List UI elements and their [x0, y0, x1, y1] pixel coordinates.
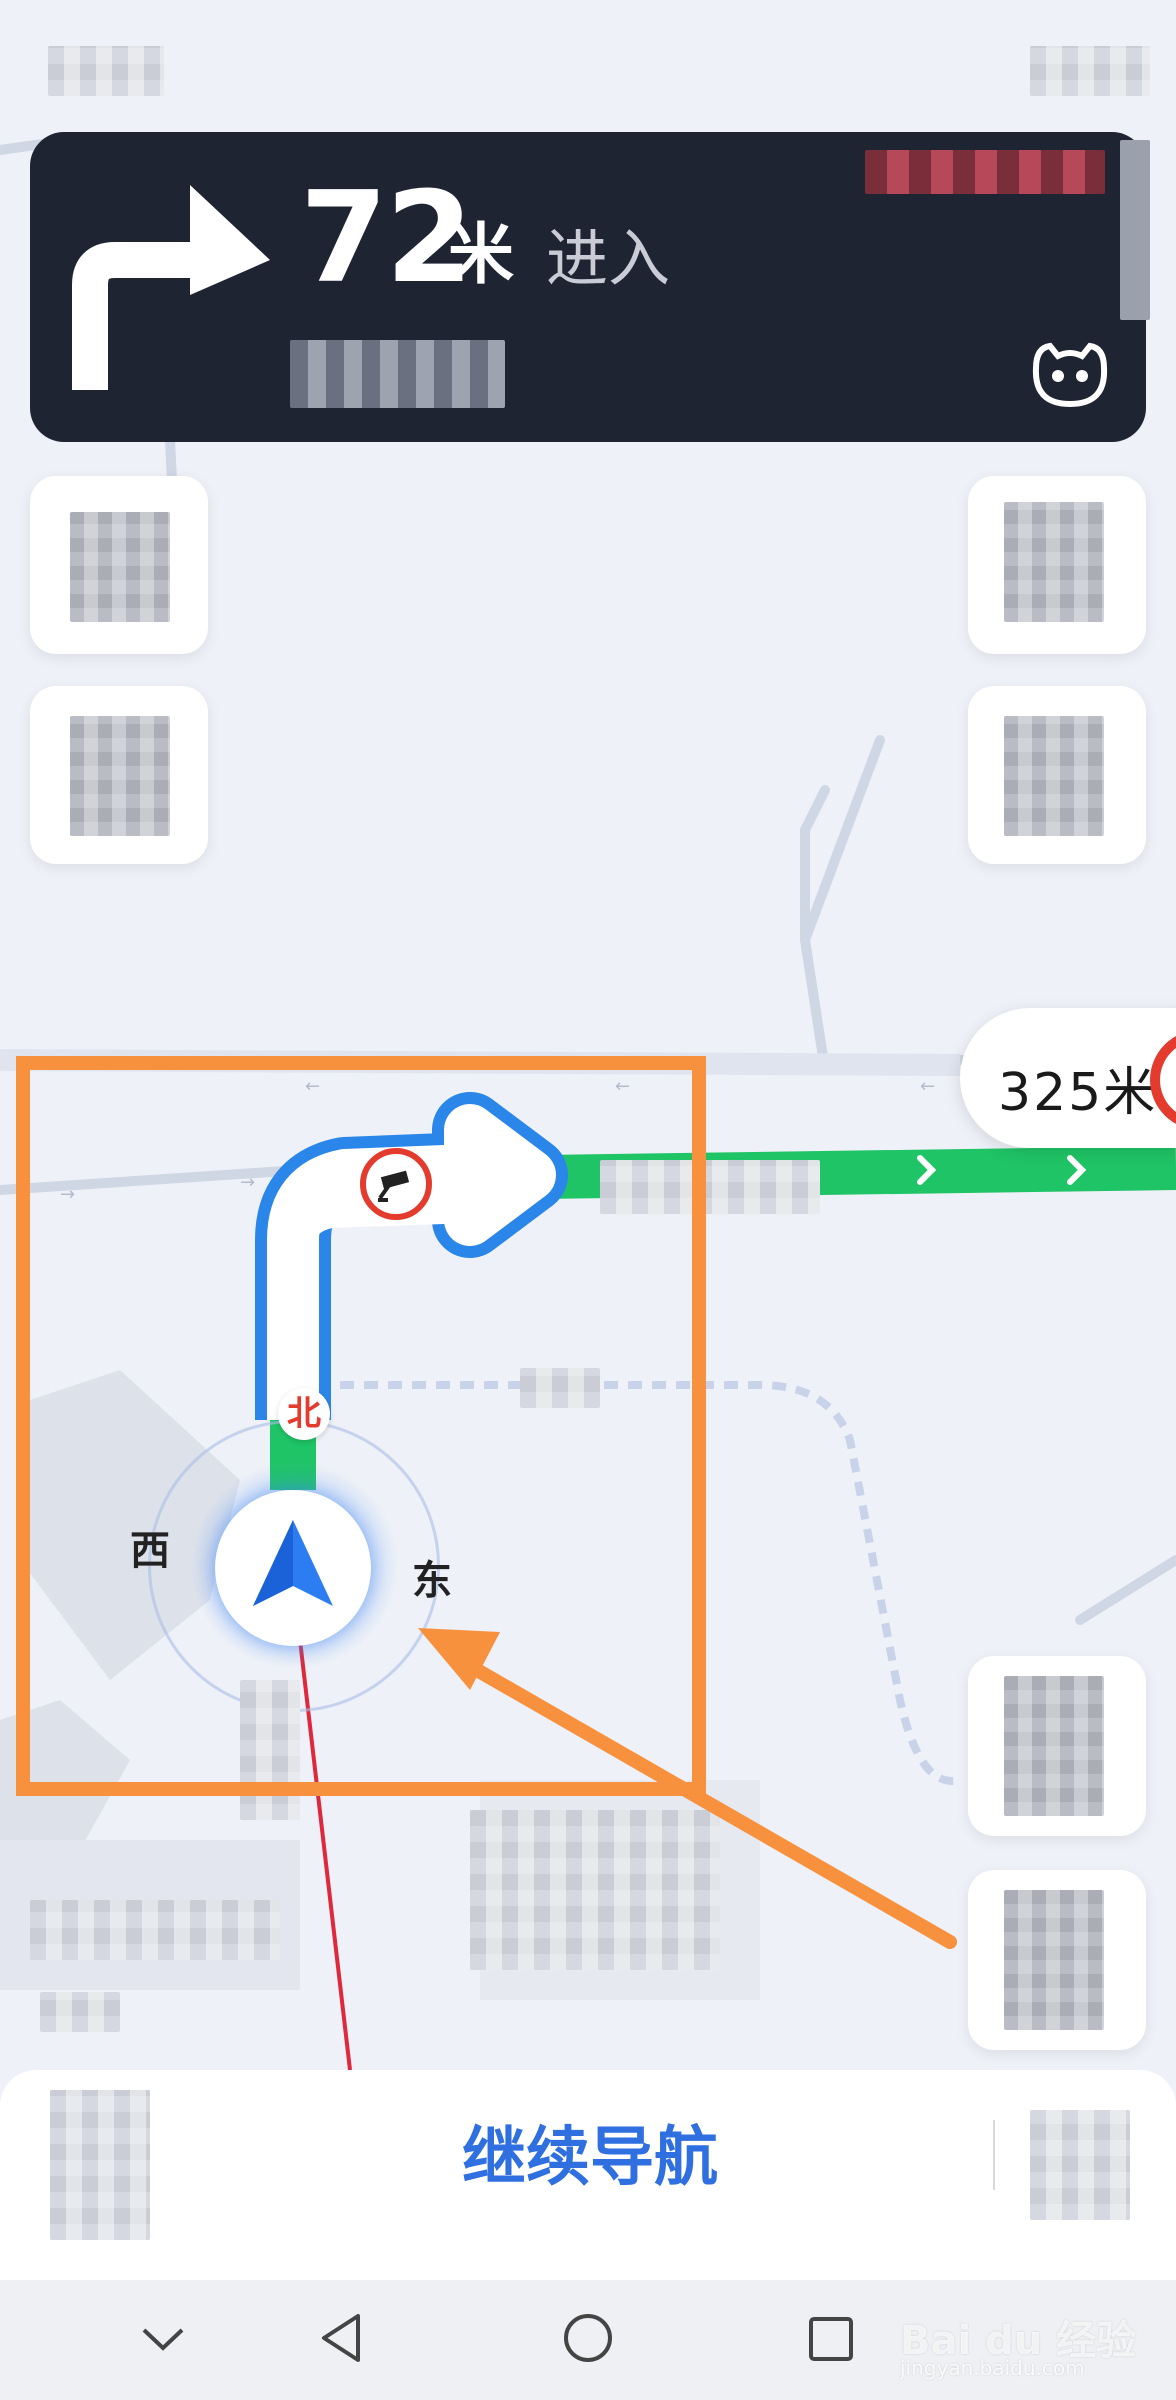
watermark-url: jingyan.baidu.com [900, 2356, 1085, 2380]
nav-back-icon[interactable] [318, 2310, 368, 2366]
bottom-left-button[interactable] [50, 2090, 150, 2240]
bottom-divider [993, 2120, 995, 2190]
continue-navigation-button[interactable]: 继续导航 [380, 2120, 800, 2197]
nav-home-icon[interactable] [560, 2310, 616, 2366]
annotation-arrow [418, 1628, 957, 1949]
nav-recents-icon[interactable] [806, 2314, 856, 2364]
nav-collapse-icon[interactable] [138, 2320, 188, 2360]
bottom-right-button[interactable] [1030, 2110, 1130, 2220]
